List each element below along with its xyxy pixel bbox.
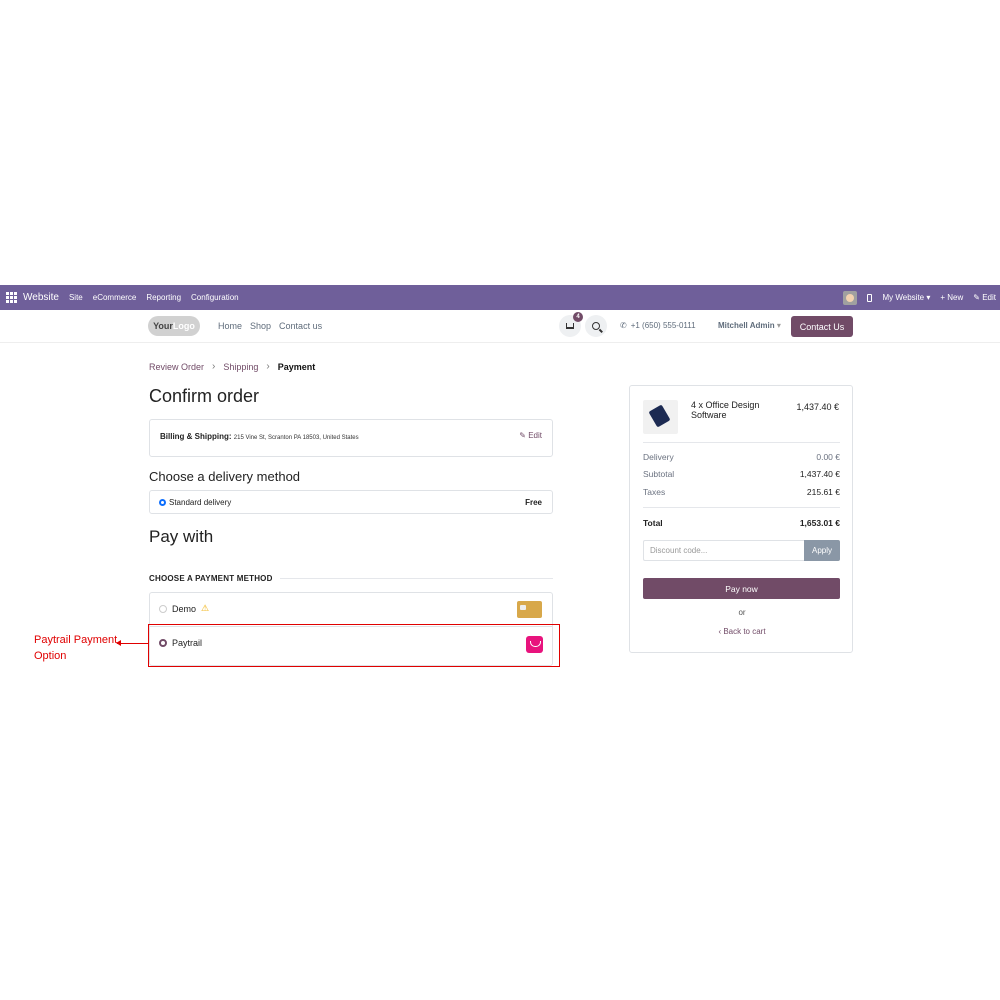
annotation-line-1: Paytrail Payment [34,634,118,646]
highlight-box [148,624,560,667]
payment-method-demo-row: Demo ⚠ [159,603,209,614]
total-label: Total [643,518,663,528]
delivery-radio[interactable] [159,499,166,506]
credit-card-icon [517,601,542,618]
billing-address: 215 Vine St, Scranton PA 18503, United S… [233,435,359,441]
discount-form: Apply [643,540,840,561]
subtotal-value: 1,437.40 € [799,469,840,479]
warning-icon: ⚠ [201,603,210,613]
subtotal-label: Subtotal [643,469,675,479]
apply-discount-button[interactable]: Apply [804,540,840,561]
admin-menu-configuration[interactable]: Configuration [191,293,239,302]
payment-method-demo[interactable]: Demo ⚠ [149,592,553,626]
user-menu[interactable]: Mitchell Admin ▾ [718,321,781,330]
edit-address-button[interactable]: ✎ Edit [519,431,542,440]
nav-home[interactable]: Home [218,321,242,331]
chevron-right-icon: › [212,361,216,372]
taxes-value: 215.61 € [806,487,840,497]
billing-card: Billing & Shipping: 215 Vine St, Scranto… [149,419,553,457]
delivery-option-row: Standard delivery [159,498,231,507]
annotation-arrow-icon [116,640,148,646]
delivery-label: Delivery [643,452,674,462]
phone-number: +1 (650) 555-0111 [630,321,696,330]
mobile-preview-icon[interactable] [867,293,873,302]
discount-code-input[interactable] [643,540,804,561]
breadcrumb-review-order[interactable]: Review Order [149,362,204,372]
apps-grid-icon[interactable] [6,291,18,304]
logo-text-your: Your [153,321,173,331]
phone-link[interactable]: ✆ +1 (650) 555-0111 [620,321,696,330]
divider [643,442,840,443]
cart-button[interactable]: 4 [559,312,583,337]
chevron-down-icon: ▾ [776,321,781,330]
billing-label: Billing & Shipping: 215 Vine St, Scranto… [160,432,359,441]
contact-us-button[interactable]: Contact Us [791,316,853,337]
site-header: Your Logo Home Shop Contact us 4 ✆ +1 (65… [0,310,1000,343]
delivery-price: Free [525,498,542,507]
taxes-row: Taxes 215.61 € [643,487,840,497]
total-row: Total 1,653.01 € [643,518,840,528]
product-name[interactable]: 4 x Office Design Software [691,400,781,420]
annotation-line-2: Option [34,650,67,662]
edit-button[interactable]: ✎ Edit [973,293,996,302]
payment-method-demo-label: Demo [172,603,197,614]
breadcrumb-payment: Payment [277,361,316,372]
cart-count-badge: 4 [573,312,583,322]
logo-text-logo: Logo [172,321,195,331]
nav-shop[interactable]: Shop [250,321,271,331]
chevron-right-icon: › [266,361,270,372]
billing-label-text: Billing & Shipping: [160,432,232,441]
page-title: Confirm order [149,386,260,406]
avatar[interactable] [843,290,858,305]
taxes-label: Taxes [643,487,666,497]
nav-contact[interactable]: Contact us [279,321,322,331]
demo-radio[interactable] [159,604,167,613]
new-button[interactable]: + New [940,293,963,302]
admin-menu-reporting[interactable]: Reporting [146,293,181,302]
delivery-row: Delivery 0.00 € [643,452,840,462]
admin-bar: Website Site eCommerce Reporting Configu… [0,285,1000,310]
product-price: 1,437.40 € [796,402,839,412]
pay-now-button[interactable]: Pay now [643,578,840,599]
search-icon [592,322,600,330]
admin-menu-ecommerce[interactable]: eCommerce [93,293,137,302]
cart-icon [566,323,574,329]
website-selector[interactable]: My Website ▾ [882,293,930,302]
divider [280,578,553,579]
delivery-option-label: Standard delivery [169,498,232,507]
pay-with-title: Pay with [149,527,214,546]
search-button[interactable] [585,315,607,337]
admin-brand[interactable]: Website [23,292,59,303]
divider [643,507,840,508]
order-summary: 4 x Office Design Software 1,437.40 € De… [629,385,853,653]
subtotal-row: Subtotal 1,437.40 € [643,469,840,479]
total-value: 1,653.01 € [799,518,840,528]
site-logo[interactable]: Your Logo [148,316,200,336]
breadcrumb: Review Order › Shipping › Payment [149,361,315,372]
main-nav: Home Shop Contact us [218,321,322,331]
annotation-label: Paytrail Payment Option [34,632,117,664]
admin-menu-site[interactable]: Site [69,293,83,302]
choose-payment-heading: CHOOSE A PAYMENT METHOD [149,574,273,583]
back-to-cart-link[interactable]: ‹ Back to cart [630,627,854,636]
delivery-option[interactable]: Standard delivery Free [149,490,553,514]
phone-icon: ✆ [620,321,627,330]
product-image [643,400,678,434]
or-separator: or [738,608,746,617]
delivery-value: 0.00 € [816,452,840,462]
breadcrumb-shipping[interactable]: Shipping [223,362,258,372]
delivery-title: Choose a delivery method [149,469,301,484]
user-name: Mitchell Admin [718,321,775,330]
